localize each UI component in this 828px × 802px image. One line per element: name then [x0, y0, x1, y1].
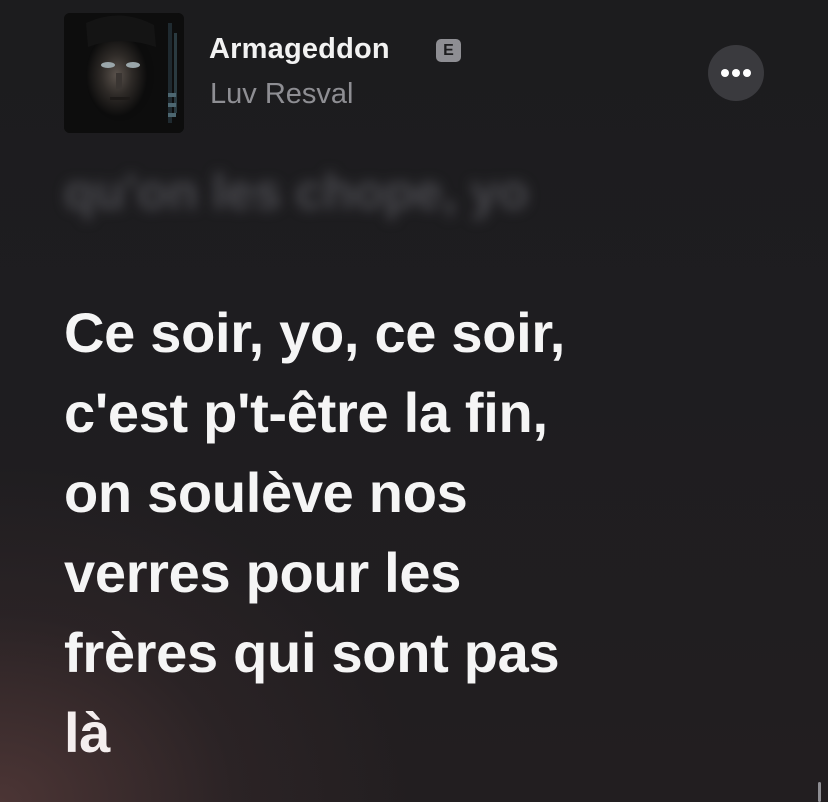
- lyric-line-previous[interactable]: qu'on les chope, yo: [64, 162, 784, 222]
- ellipsis-icon: [721, 69, 751, 77]
- lyric-line-current[interactable]: Ce soir, yo, ce soir, c'est p't-être la …: [64, 293, 784, 773]
- lyrics-view[interactable]: qu'on les chope, yo Ce soir, yo, ce soir…: [64, 160, 784, 764]
- explicit-badge: E: [436, 39, 461, 62]
- lyric-text: là: [64, 701, 111, 764]
- lyric-text: Ce soir, yo, ce soir,: [64, 301, 566, 364]
- lyric-text: frères qui sont pas: [64, 621, 560, 684]
- lyric-text: on soulève nos: [64, 461, 468, 524]
- lyric-text: verres pour les: [64, 541, 462, 604]
- album-artwork[interactable]: [64, 13, 184, 133]
- more-options-button[interactable]: [708, 45, 764, 101]
- lyric-text: c'est p't-être la fin,: [64, 381, 548, 444]
- now-playing-header: Armageddon E Luv Resval: [0, 0, 828, 150]
- artist-name[interactable]: Luv Resval: [210, 78, 353, 111]
- song-title[interactable]: Armageddon: [209, 33, 390, 66]
- scroll-indicator[interactable]: [818, 782, 821, 802]
- portrait-image: [64, 13, 184, 133]
